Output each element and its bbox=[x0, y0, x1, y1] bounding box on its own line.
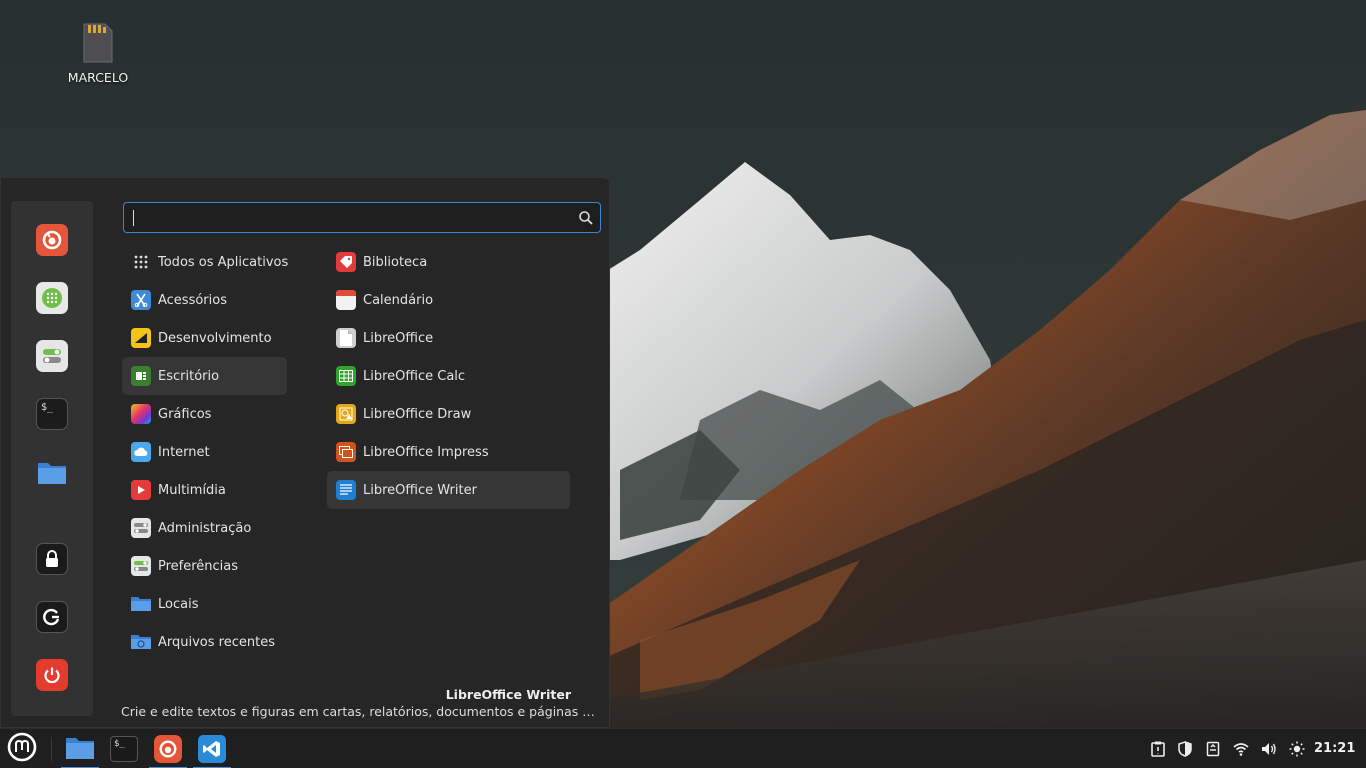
shield-icon[interactable] bbox=[1177, 741, 1193, 757]
taskbar-terminal[interactable]: $_ bbox=[105, 732, 143, 766]
category-preferences[interactable]: Preferências bbox=[122, 547, 287, 585]
app-libreoffice-draw[interactable]: LibreOffice Draw bbox=[327, 395, 570, 433]
office-icon bbox=[131, 366, 151, 386]
app-libreoffice-calc[interactable]: LibreOffice Calc bbox=[327, 357, 570, 395]
folder-icon bbox=[65, 734, 95, 764]
category-label: Locais bbox=[158, 596, 199, 612]
search-icon bbox=[578, 210, 594, 226]
preferences-icon bbox=[131, 556, 151, 576]
library-icon bbox=[336, 252, 356, 272]
taskbar-separator bbox=[51, 737, 52, 761]
accessories-icon bbox=[131, 290, 151, 310]
category-label: Todos os Aplicativos bbox=[158, 254, 289, 270]
taskbar-firefox[interactable] bbox=[149, 732, 187, 768]
category-places[interactable]: Locais bbox=[122, 585, 287, 623]
calendar-icon bbox=[336, 290, 356, 310]
app-label: Biblioteca bbox=[363, 254, 428, 270]
libreoffice-icon bbox=[336, 328, 356, 348]
category-internet[interactable]: Internet bbox=[122, 433, 287, 471]
desktop-icon-label: MARCELO bbox=[67, 70, 129, 85]
mint-menu-button[interactable] bbox=[3, 732, 41, 766]
app-label: Calendário bbox=[363, 292, 434, 308]
category-development[interactable]: Desenvolvimento bbox=[122, 319, 287, 357]
brightness-icon[interactable] bbox=[1289, 741, 1305, 757]
sd-card-icon bbox=[81, 22, 115, 64]
graphics-icon bbox=[131, 404, 151, 424]
administration-icon bbox=[131, 518, 151, 538]
desktop-icon-marcelo[interactable]: MARCELO bbox=[58, 22, 138, 94]
terminal-icon[interactable]: $_ bbox=[36, 398, 68, 430]
category-all-applications[interactable]: Todos os Aplicativos bbox=[122, 243, 289, 281]
app-label: LibreOffice Impress bbox=[363, 444, 489, 460]
category-label: Internet bbox=[158, 444, 210, 460]
category-label: Preferências bbox=[158, 558, 239, 574]
taskbar: $_ 21:21 bbox=[0, 728, 1366, 768]
category-label: Escritório bbox=[158, 368, 220, 384]
category-multimedia[interactable]: Multimídia bbox=[122, 471, 287, 509]
app-libreoffice-impress[interactable]: LibreOffice Impress bbox=[327, 433, 570, 471]
category-accessories[interactable]: Acessórios bbox=[122, 281, 287, 319]
recent-files-icon bbox=[131, 632, 151, 652]
calc-icon bbox=[336, 366, 356, 386]
volume-icon[interactable] bbox=[1261, 741, 1277, 757]
lock-icon[interactable] bbox=[36, 543, 68, 575]
clock[interactable]: 21:21 bbox=[1314, 741, 1355, 756]
multimedia-icon bbox=[131, 480, 151, 500]
firefox-icon[interactable] bbox=[36, 224, 68, 256]
writer-icon bbox=[336, 480, 356, 500]
software-manager-icon[interactable] bbox=[36, 282, 68, 314]
category-label: Desenvolvimento bbox=[158, 330, 272, 346]
terminal-icon: $_ bbox=[110, 736, 138, 762]
category-label: Multimídia bbox=[158, 482, 226, 498]
development-icon bbox=[131, 328, 151, 348]
search-input[interactable] bbox=[132, 208, 572, 228]
category-office[interactable]: Escritório bbox=[122, 357, 287, 395]
category-administration[interactable]: Administração bbox=[122, 509, 287, 547]
category-label: Administração bbox=[158, 520, 252, 536]
mint-menu-icon bbox=[7, 732, 37, 766]
category-label: Gráficos bbox=[158, 406, 212, 422]
application-menu: $_ Todos os Aplicativos Acessórios Desen… bbox=[0, 177, 610, 728]
app-description-title: LibreOffice Writer bbox=[445, 687, 571, 702]
power-icon[interactable] bbox=[36, 659, 68, 691]
app-label: LibreOffice bbox=[363, 330, 434, 346]
clipboard-icon[interactable] bbox=[1150, 741, 1166, 757]
logout-icon[interactable] bbox=[36, 601, 68, 633]
firefox-icon bbox=[154, 735, 182, 763]
grid-icon bbox=[131, 252, 151, 272]
app-biblioteca[interactable]: Biblioteca bbox=[327, 243, 570, 281]
taskbar-vscode[interactable] bbox=[193, 732, 231, 768]
search-field[interactable] bbox=[123, 202, 601, 233]
taskbar-files[interactable] bbox=[61, 732, 99, 768]
draw-icon bbox=[336, 404, 356, 424]
app-label: LibreOffice Draw bbox=[363, 406, 472, 422]
wifi-icon[interactable] bbox=[1233, 741, 1249, 757]
category-label: Arquivos recentes bbox=[158, 634, 275, 650]
app-calendario[interactable]: Calendário bbox=[327, 281, 570, 319]
impress-icon bbox=[336, 442, 356, 462]
app-libreoffice-writer[interactable]: LibreOffice Writer bbox=[327, 471, 570, 509]
app-label: LibreOffice Calc bbox=[363, 368, 466, 384]
category-label: Acessórios bbox=[158, 292, 227, 308]
category-recent-files[interactable]: Arquivos recentes bbox=[122, 623, 287, 661]
app-label: LibreOffice Writer bbox=[363, 482, 477, 498]
app-libreoffice[interactable]: LibreOffice bbox=[327, 319, 570, 357]
internet-icon bbox=[131, 442, 151, 462]
places-icon bbox=[131, 594, 151, 614]
vscode-icon bbox=[198, 735, 226, 763]
settings-icon[interactable] bbox=[36, 340, 68, 372]
app-description-text: Crie e edite textos e figuras em cartas,… bbox=[121, 704, 595, 719]
folder-icon[interactable] bbox=[36, 456, 68, 488]
category-graphics[interactable]: Gráficos bbox=[122, 395, 287, 433]
favorites-sidebar: $_ bbox=[11, 201, 93, 716]
notes-icon[interactable] bbox=[1205, 741, 1221, 757]
